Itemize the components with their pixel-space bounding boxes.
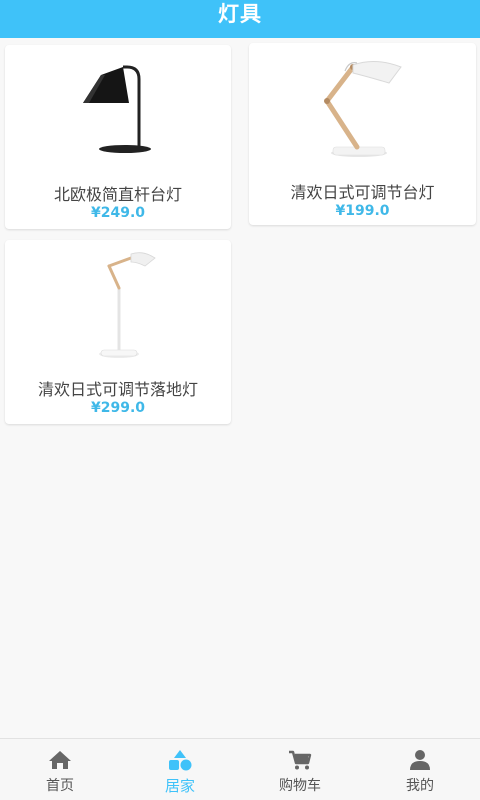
product-price: ¥199.0 bbox=[335, 203, 390, 219]
tab-cart[interactable]: 购物车 bbox=[240, 739, 360, 800]
black-desk-lamp-image bbox=[83, 65, 151, 153]
page-header: 灯具 bbox=[0, 0, 480, 38]
page-title: 灯具 bbox=[218, 2, 262, 26]
tab-profile[interactable]: 我的 bbox=[360, 739, 480, 800]
product-name: 清欢日式可调节落地灯 bbox=[37, 380, 198, 399]
tab-label: 居家 bbox=[164, 777, 195, 795]
home-icon bbox=[49, 751, 71, 769]
tab-home-goods[interactable]: 居家 bbox=[120, 739, 240, 800]
cart-icon bbox=[289, 750, 312, 770]
product-card[interactable]: 清欢日式可调节台灯 ¥199.0 bbox=[249, 43, 476, 225]
tab-label: 我的 bbox=[406, 778, 434, 794]
shapes-icon bbox=[169, 750, 192, 771]
tab-label: 首页 bbox=[46, 778, 74, 794]
tab-label: 购物车 bbox=[279, 778, 321, 794]
user-icon bbox=[410, 750, 430, 770]
product-price: ¥249.0 bbox=[90, 205, 146, 221]
product-card[interactable]: 北欧极简直杆台灯 ¥249.0 bbox=[5, 45, 231, 229]
product-name: 北欧极简直杆台灯 bbox=[53, 185, 182, 204]
product-price: ¥299.0 bbox=[90, 400, 146, 416]
bottom-tab-bar: 首页 居家 购物车 我的 bbox=[0, 738, 480, 800]
product-name: 清欢日式可调节台灯 bbox=[290, 183, 435, 202]
product-card[interactable]: 清欢日式可调节落地灯 ¥299.0 bbox=[5, 240, 231, 424]
tab-home[interactable]: 首页 bbox=[0, 739, 120, 800]
wooden-floor-lamp-image bbox=[99, 252, 156, 358]
wooden-adjustable-desk-lamp-image bbox=[324, 61, 402, 157]
